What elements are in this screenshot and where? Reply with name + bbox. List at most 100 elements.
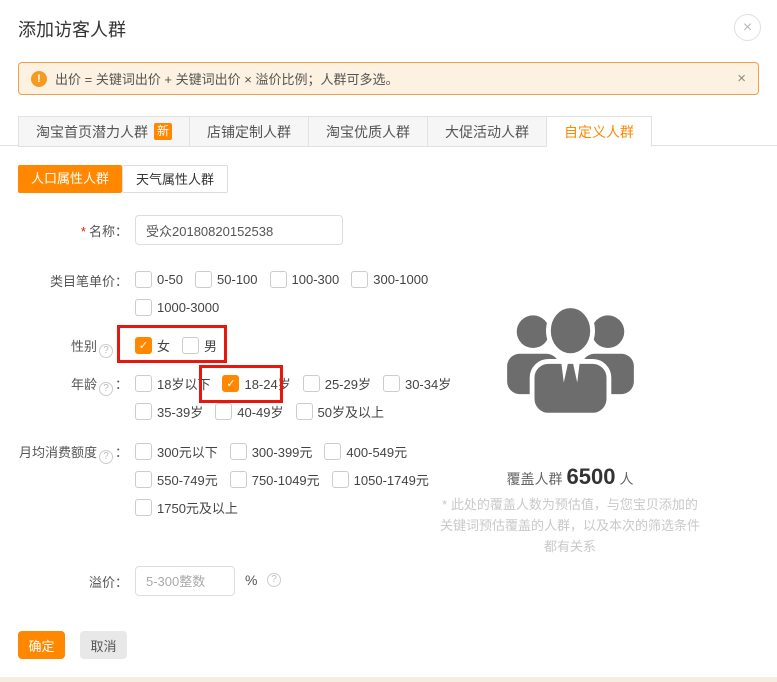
field-label-name: * 名称：: [80, 224, 128, 239]
checkbox-icon: [182, 337, 200, 354]
notice-text: 出价 = 关键词出价 + 关键词出价 × 溢价比例；人群可多选。: [55, 72, 399, 87]
checkbox-icon: [135, 499, 152, 516]
category-price-options-line1: 0-50 50-100 100-300 300-1000: [135, 271, 440, 288]
field-label-gender: 性别?：: [70, 339, 128, 358]
age-options-line1: 18岁以下 ✓ 18-24岁 25-29岁 30-34岁: [135, 374, 463, 393]
checkbox-option-18-24[interactable]: ✓ 18-24岁: [222, 374, 291, 393]
audience-name-input[interactable]: [135, 215, 343, 245]
monthly-spend-options-line3: 1750元及以上: [135, 498, 250, 517]
percent-unit: %: [245, 572, 258, 588]
checkbox-icon: [135, 471, 152, 488]
checkbox-option-1750-plus[interactable]: 1750元及以上: [135, 498, 238, 517]
checkbox-option-under-18[interactable]: 18岁以下: [135, 374, 210, 393]
tab-label: 大促活动人群: [445, 123, 530, 140]
tab-bar: 淘宝首页潜力人群 新 店铺定制人群 淘宝优质人群 大促活动人群 自定义人群: [0, 116, 777, 147]
checkbox-icon: [324, 443, 342, 460]
tab-label: 淘宝优质人群: [326, 123, 411, 140]
checkbox-icon: [195, 271, 213, 288]
tab-taobao-homepage-potential[interactable]: 淘宝首页潜力人群 新: [18, 116, 191, 147]
field-label-premium: 溢价：: [88, 575, 128, 590]
checkbox-option-40-49[interactable]: 40-49岁: [215, 402, 284, 421]
checkbox-option-1000-3000[interactable]: 1000-3000: [135, 299, 219, 316]
field-label-monthly-spend: 月均消费额度?：: [18, 445, 128, 464]
monthly-spend-options-line2: 550-749元 750-1049元 1050-1749元: [135, 470, 441, 489]
checkbox-icon: [269, 271, 287, 288]
checkbox-option-50-100[interactable]: 50-100: [195, 271, 258, 288]
coverage-note-line: * 此处的覆盖人数为预估值，与您宝贝添加的: [442, 497, 698, 512]
check-icon: ✓: [226, 378, 236, 390]
checkbox-option-25-29[interactable]: 25-29岁: [302, 374, 371, 393]
alert-icon: !: [31, 70, 47, 87]
monthly-spend-options-line1: 300元以下 300-399元 400-549元: [135, 442, 419, 461]
checkbox-option-1050-1749[interactable]: 1050-1749元: [331, 470, 429, 489]
tab-custom-audience[interactable]: 自定义人群: [546, 116, 653, 147]
help-icon[interactable]: ?: [98, 450, 113, 464]
tab-label: 淘宝首页潜力人群: [36, 123, 148, 140]
checkbox-icon: [135, 299, 152, 316]
checkbox-option-400-549[interactable]: 400-549元: [324, 442, 407, 461]
gender-options: ✓ 女 男: [135, 336, 229, 355]
confirm-button[interactable]: 确定: [18, 631, 65, 659]
add-visitor-audience-dialog: 添加访客人群 × ! 出价 = 关键词出价 + 关键词出价 × 溢价比例；人群可…: [0, 0, 777, 682]
checkbox-checked-icon: ✓: [135, 337, 152, 354]
coverage-value: 6500: [566, 464, 616, 489]
tab-label: 店铺定制人群: [207, 123, 292, 140]
field-label-age: 年龄?：: [70, 377, 128, 396]
checkbox-option-750-1049[interactable]: 750-1049元: [229, 470, 320, 489]
field-label-category-price: 类目笔单价：: [49, 274, 128, 289]
age-options-line2: 35-39岁 40-49岁 50岁及以上: [135, 402, 396, 421]
checkbox-icon: [295, 403, 313, 420]
required-mark: *: [80, 224, 86, 239]
coverage-note-line: 关键词预估覆盖的人群，以及本次的筛选条件: [439, 518, 700, 533]
check-icon: ✓: [138, 340, 149, 352]
background-page-edge: [0, 677, 777, 682]
checkbox-icon: [331, 471, 349, 488]
close-icon: ×: [742, 19, 753, 36]
subtab-weather[interactable]: 天气属性人群: [122, 165, 229, 193]
tab-shop-custom[interactable]: 店铺定制人群: [189, 116, 310, 147]
help-icon[interactable]: ?: [98, 382, 113, 396]
checkbox-icon: [302, 375, 320, 392]
checkbox-icon: [382, 375, 400, 392]
checkbox-icon: [135, 271, 152, 288]
checkbox-icon: [351, 271, 369, 288]
help-icon[interactable]: ?: [267, 573, 281, 587]
coverage-label: 覆盖人群: [506, 471, 563, 487]
checkbox-icon: [229, 443, 247, 460]
help-icon[interactable]: ?: [98, 344, 113, 358]
checkbox-icon: [135, 403, 152, 420]
checkbox-option-male[interactable]: 男: [182, 336, 217, 355]
checkbox-option-50-plus[interactable]: 50岁及以上: [295, 402, 384, 421]
tab-promo-activity[interactable]: 大促活动人群: [427, 116, 548, 147]
category-price-options-line2: 1000-3000: [135, 299, 231, 316]
notice-banner: ! 出价 = 关键词出价 + 关键词出价 × 溢价比例；人群可多选。 ×: [18, 62, 759, 95]
checkbox-option-35-39[interactable]: 35-39岁: [135, 402, 203, 421]
coverage-note-line: 都有关系: [543, 539, 596, 554]
premium-input[interactable]: [135, 566, 235, 596]
new-badge: 新: [154, 123, 173, 140]
checkbox-icon: [135, 443, 152, 460]
checkbox-icon: [229, 471, 247, 488]
checkbox-option-under-300[interactable]: 300元以下: [135, 442, 218, 461]
notice-close-icon[interactable]: ×: [737, 70, 746, 87]
coverage-unit: 人: [619, 471, 634, 487]
coverage-count: 覆盖人群 6500 人: [445, 464, 695, 490]
checkbox-option-550-749[interactable]: 550-749元: [135, 470, 218, 489]
checkbox-option-female[interactable]: ✓ 女: [135, 336, 170, 355]
page-title: 添加访客人群: [18, 20, 126, 40]
checkbox-icon: [215, 403, 233, 420]
checkbox-option-300-1000[interactable]: 300-1000: [351, 271, 428, 288]
tab-taobao-quality[interactable]: 淘宝优质人群: [308, 116, 429, 147]
checkbox-option-0-50[interactable]: 0-50: [135, 271, 183, 288]
checkbox-option-30-34[interactable]: 30-34岁: [382, 374, 451, 393]
audience-group-icon: [507, 303, 634, 418]
coverage-note: * 此处的覆盖人数为预估值，与您宝贝添加的 关键词预估覆盖的人群，以及本次的筛选…: [437, 494, 703, 557]
checkbox-checked-icon: ✓: [222, 375, 240, 392]
checkbox-icon: [135, 375, 152, 392]
checkbox-option-300-399[interactable]: 300-399元: [229, 442, 312, 461]
subtab-demographic[interactable]: 人口属性人群: [18, 165, 123, 193]
cancel-button[interactable]: 取消: [80, 631, 127, 659]
dialog-close-button[interactable]: ×: [734, 14, 761, 41]
tab-label: 自定义人群: [564, 123, 635, 140]
checkbox-option-100-300[interactable]: 100-300: [269, 271, 339, 288]
